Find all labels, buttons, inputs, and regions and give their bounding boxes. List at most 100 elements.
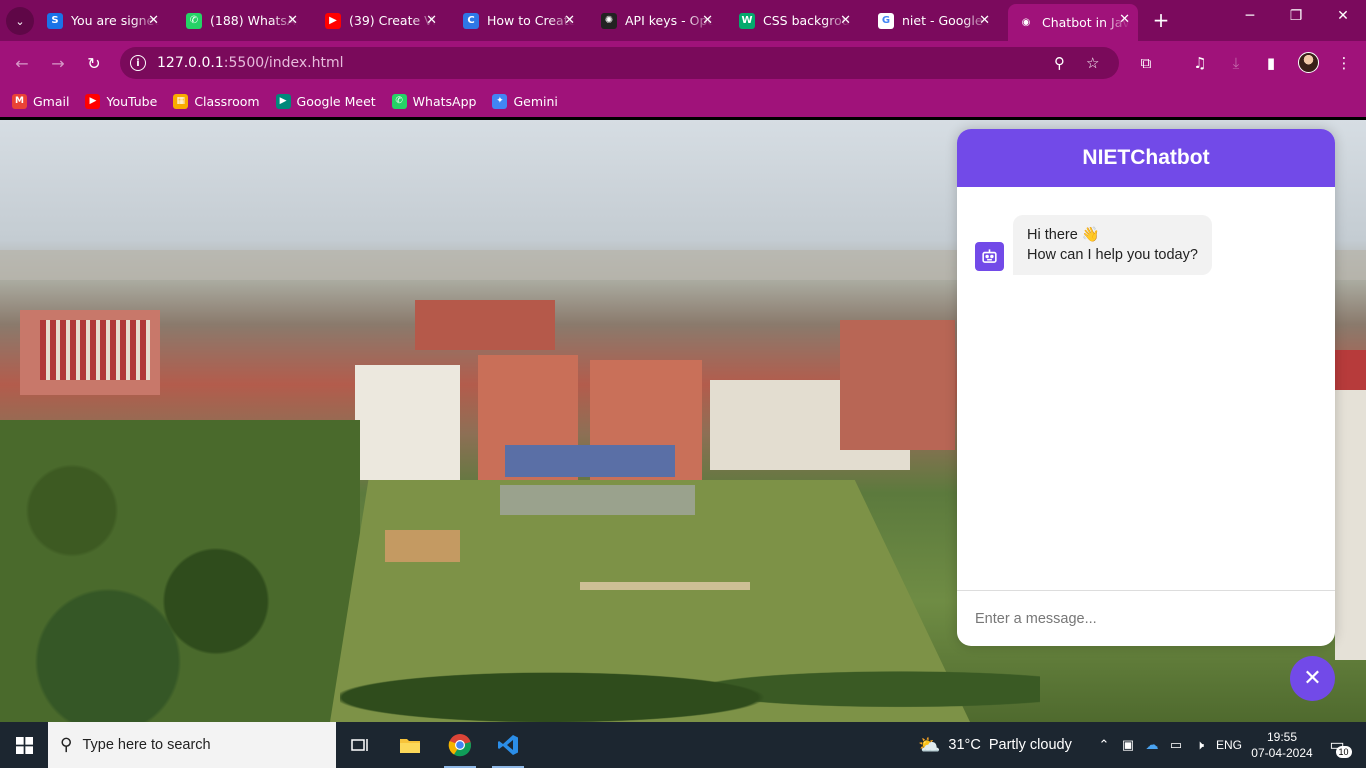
forward-button[interactable]: → (46, 51, 70, 75)
bookmark-item[interactable]: ▦ Classroom (173, 93, 260, 109)
notification-center-button[interactable]: ▭ 10 (1322, 722, 1352, 768)
google-icon: G (878, 12, 894, 29)
chrome-taskbar-button[interactable] (436, 722, 484, 768)
browser-tab[interactable]: Gniet - Google Search✕ (868, 5, 998, 36)
greeting-line: Hi there 👋 (1027, 227, 1100, 243)
site-info-icon[interactable]: i (130, 55, 146, 71)
browser-tab[interactable]: W CSS background✕ (729, 5, 859, 36)
media-control-icon[interactable]: ♫ (1188, 51, 1212, 75)
close-tab-icon[interactable]: ✕ (979, 13, 990, 28)
reload-icon: ↻ (87, 53, 101, 73)
url-text[interactable]: 127.0.0.1:5500/index.html (157, 55, 344, 71)
bookmark-item[interactable]: ✆ WhatsApp (391, 93, 477, 109)
bookmark-label: Gmail (33, 93, 70, 109)
chatbot-toggle-button[interactable]: ✕ (1290, 656, 1335, 701)
tab-title: CSS background (763, 13, 851, 28)
volume-muted-icon[interactable]: 🕨 (1188, 737, 1212, 753)
extensions-icon[interactable]: ⧉ (1134, 51, 1158, 75)
menu-kebab-icon[interactable]: ⋮ (1332, 51, 1356, 75)
close-tab-icon[interactable]: ✕ (564, 13, 575, 28)
restore-button[interactable]: ❐ (1273, 8, 1319, 24)
weather-desc: Partly cloudy (988, 737, 1072, 753)
reload-button[interactable]: ↻ (82, 51, 106, 75)
bookmark-label: Classroom (194, 93, 260, 109)
chat-input-bar (957, 590, 1335, 646)
clock-time: 19:55 (1266, 730, 1298, 744)
whatsapp-icon: ✆ (186, 12, 202, 29)
help-line: How can I help you today? (1027, 247, 1198, 263)
clock[interactable]: 19:55 07-04-2024 (1250, 722, 1314, 768)
close-tab-icon[interactable]: ✕ (702, 13, 713, 28)
close-tab-icon[interactable]: ✕ (426, 13, 437, 28)
minimize-button[interactable]: ─ (1227, 8, 1273, 24)
bookmark-item[interactable]: M Gmail (12, 93, 70, 109)
weather-widget[interactable]: ⛅ 31°C Partly cloudy (918, 722, 1072, 768)
close-icon: ✕ (1303, 666, 1322, 691)
battery-icon[interactable]: ▭ (1164, 737, 1188, 753)
weather-icon: ⛅ (918, 734, 941, 755)
tab-title: (39) Create Video (349, 13, 437, 28)
vscode-taskbar-button[interactable] (484, 722, 532, 768)
browser-tab[interactable]: S You are signed in✕ (37, 5, 167, 36)
bookmark-label: Gemini (513, 93, 558, 109)
bookmark-label: Google Meet (296, 93, 376, 109)
tab-title: API keys - OpenAI (625, 13, 713, 28)
bookmark-item[interactable]: ✦ Gemini (492, 93, 558, 109)
start-button[interactable] (0, 722, 48, 768)
task-view-button[interactable] (336, 722, 384, 768)
star-icon[interactable]: ☆ (1086, 54, 1099, 72)
browser-tab[interactable]: ◉ Chatbot in JavaScript✕ (1008, 4, 1138, 41)
tab-title: Chatbot in JavaScript (1042, 15, 1130, 30)
taskbar-search[interactable]: ⚲ Type here to search (48, 722, 336, 768)
whatsapp-icon: ✆ (391, 93, 407, 109)
bookmark-item[interactable]: ▶ YouTube (85, 93, 157, 109)
file-explorer-button[interactable] (386, 722, 434, 768)
close-tab-icon[interactable]: ✕ (840, 13, 851, 28)
tab-title: niet - Google Search (902, 13, 990, 28)
notification-count: 10 (1335, 746, 1352, 758)
chatbot-window: NIETChatbot Hi there 👋 How can I help yo… (957, 129, 1335, 646)
w3schools-icon: W (739, 12, 755, 29)
bookmark-label: WhatsApp (412, 93, 477, 109)
onedrive-icon[interactable]: ☁ (1140, 737, 1164, 753)
chat-messages: Hi there 👋 How can I help you today? (957, 187, 1335, 591)
address-bar[interactable]: i 127.0.0.1:5500/index.html ⚲ ☆ (120, 47, 1119, 79)
close-tab-icon[interactable]: ✕ (148, 13, 159, 28)
close-window-button[interactable]: ✕ (1320, 8, 1366, 24)
tab-search-button[interactable]: ⌄ (6, 7, 34, 35)
browser-tab[interactable]: ✺ API keys - OpenAI✕ (591, 5, 721, 36)
browser-tab[interactable]: ✆ (188) WhatsApp✕ (176, 5, 306, 36)
meet-now-icon[interactable]: ▣ (1116, 737, 1140, 753)
message-input[interactable] (975, 610, 1305, 627)
browser-tab[interactable]: ▶ (39) Create Video✕ (315, 5, 445, 36)
chevron-up-icon[interactable]: ⌃ (1092, 737, 1116, 753)
classroom-icon: ▦ (173, 93, 189, 109)
arrow-left-icon: ← (15, 53, 29, 73)
chevron-down-icon: ⌄ (15, 14, 25, 28)
back-button[interactable]: ← (10, 51, 34, 75)
weather-temp: 31°C (948, 737, 981, 753)
browser-toolbar: ← → ↻ i 127.0.0.1:5500/index.html ⚲ ☆ ⧉ … (0, 41, 1366, 85)
browser-tab[interactable]: C How to Create Chatbot✕ (453, 5, 583, 36)
windows-logo-icon (15, 736, 33, 754)
download-icon[interactable]: ⤓ (1224, 51, 1248, 75)
profile-avatar[interactable] (1298, 52, 1319, 73)
tab-strip: ⌄ SYou are signed in✕✆(188) WhatsApp✕▶(3… (0, 0, 1366, 41)
new-tab-button[interactable]: + (1149, 8, 1173, 32)
language-indicator[interactable]: ENG (1212, 738, 1246, 752)
globe-icon: ◉ (1018, 14, 1034, 31)
close-tab-icon[interactable]: ✕ (287, 13, 298, 28)
tab-title: (188) WhatsApp (210, 13, 298, 28)
plus-icon: + (1152, 8, 1170, 32)
zoom-icon[interactable]: ⚲ (1054, 54, 1065, 72)
bookmark-item[interactable]: ▶ Google Meet (275, 93, 376, 109)
bookmarks-bar: M Gmail ▶ YouTube ▦ Classroom ▶ Google Meet ✆ Wha… (0, 85, 1366, 117)
url-host: 127.0.0.1 (157, 55, 224, 71)
robot-icon (975, 242, 1004, 271)
side-panel-icon[interactable]: ▮ (1259, 51, 1283, 75)
chrome-icon (448, 734, 472, 757)
search-icon: ⚲ (60, 735, 73, 755)
close-tab-icon[interactable]: ✕ (1119, 12, 1130, 27)
openai-icon: ✺ (601, 12, 617, 29)
windows-taskbar: ⚲ Type here to search ⛅ 31°C Partly clou… (0, 722, 1366, 768)
